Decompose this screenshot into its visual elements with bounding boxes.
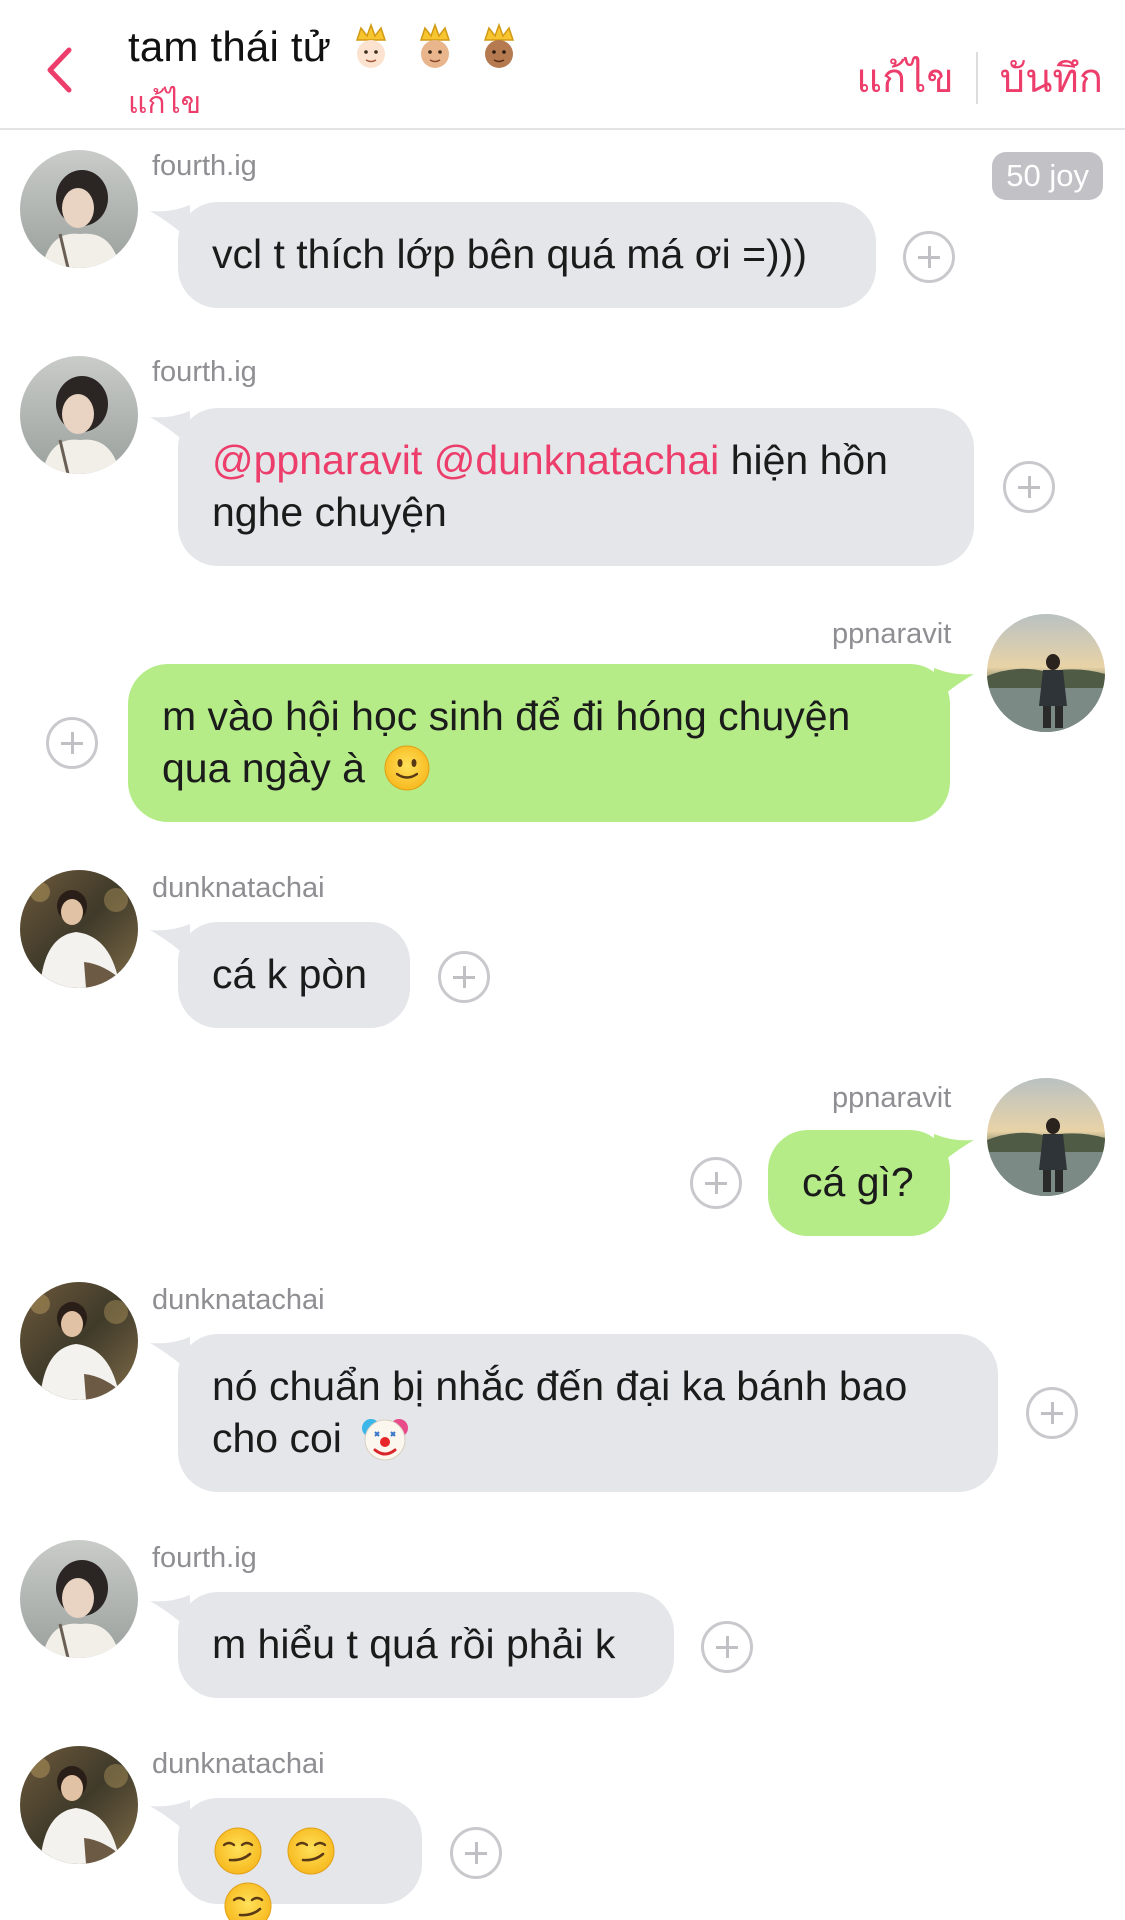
avatar-ppnaravit[interactable]: [987, 614, 1105, 732]
header-divider: [975, 52, 978, 104]
prince-emoji-light-icon: [356, 22, 387, 68]
avatar-fourth[interactable]: [20, 356, 138, 474]
chat-header: tam thái tử แก้ไข แก้ไข บันทึก: [0, 0, 1125, 130]
add-reaction-button[interactable]: [46, 717, 98, 769]
message-bubble[interactable]: cá gì?: [768, 1130, 950, 1236]
sender-name: fourth.ig: [152, 1542, 257, 1574]
avatar-dunknatachai[interactable]: [20, 1746, 138, 1864]
chat-title: tam thái tử: [128, 23, 332, 70]
prince-emoji-dark-icon: [484, 22, 515, 68]
avatar-fourth-image: [20, 150, 138, 268]
sender-name: dunknatachai: [152, 1284, 325, 1316]
avatar-dunknatachai-image: [20, 870, 138, 988]
avatar-dunknatachai[interactable]: [20, 1282, 138, 1400]
slightly-smiling-face-icon: [384, 745, 430, 791]
message-text: vcl t thích lớp bên quá má ơi =))): [212, 231, 807, 277]
message-text: cá k pòn: [212, 951, 367, 997]
smirking-face-icon: [214, 1827, 262, 1875]
avatar-fourth-image: [20, 356, 138, 474]
joy-badge: 50 joy: [992, 152, 1103, 200]
avatar-dunknatachai-image: [20, 1746, 138, 1864]
save-button[interactable]: บันทึก: [1000, 46, 1103, 110]
avatar-dunknatachai[interactable]: [20, 870, 138, 988]
back-button[interactable]: [34, 40, 84, 100]
mention-ppnaravit[interactable]: @ppnaravit: [212, 437, 422, 483]
add-reaction-button[interactable]: [1026, 1387, 1078, 1439]
add-reaction-button[interactable]: [701, 1621, 753, 1673]
sender-name: dunknatachai: [152, 872, 325, 904]
chat-screen: tam thái tử แก้ไข แก้ไข บันทึก 50 joy fo…: [0, 0, 1125, 1920]
avatar-ppnaravit-image: [987, 1078, 1105, 1196]
message-text-line2: cho coi: [212, 1415, 342, 1461]
message-bubble[interactable]: m vào hội học sinh để đi hóng chuyện qua…: [128, 664, 950, 822]
message-bubble[interactable]: vcl t thích lớp bên quá má ơi =))): [178, 202, 876, 308]
message-text-line2: nghe chuyện: [212, 489, 447, 535]
crown-emojis: [351, 22, 519, 72]
message-text: hiện hồn: [730, 437, 888, 483]
header-actions: แก้ไข บันทึก: [856, 46, 1103, 110]
avatar-fourth[interactable]: [20, 150, 138, 268]
edit-button[interactable]: แก้ไข: [856, 46, 953, 110]
add-reaction-button[interactable]: [450, 1827, 502, 1879]
add-reaction-button[interactable]: [903, 231, 955, 283]
smirking-face-icon: [287, 1827, 335, 1875]
sender-name: fourth.ig: [152, 356, 257, 388]
title-block: tam thái tử แก้ไข: [128, 22, 519, 127]
avatar-ppnaravit-image: [987, 614, 1105, 732]
subtitle-edit-link[interactable]: แก้ไข: [128, 80, 519, 127]
sender-name: ppnaravit: [832, 1082, 952, 1114]
add-reaction-button[interactable]: [690, 1157, 742, 1209]
avatar-fourth-image: [20, 1540, 138, 1658]
clown-face-icon: [362, 1419, 409, 1461]
message-bubble[interactable]: nó chuẩn bị nhắc đến đại ka bánh bao cho…: [178, 1334, 998, 1492]
message-text: nó chuẩn bị nhắc đến đại ka bánh bao: [212, 1363, 908, 1409]
sender-name: dunknatachai: [152, 1748, 325, 1780]
message-bubble[interactable]: cá k pòn: [178, 922, 410, 1028]
message-bubble[interactable]: m hiểu t quá rồi phải k: [178, 1592, 674, 1698]
message-bubble[interactable]: [178, 1798, 422, 1920]
mention-dunknatachai[interactable]: @dunknatachai: [434, 437, 720, 483]
message-text: cá gì?: [802, 1159, 914, 1205]
chat-title-row: tam thái tử: [128, 22, 519, 72]
add-reaction-button[interactable]: [1003, 461, 1055, 513]
message-text: m hiểu t quá rồi phải k: [212, 1621, 616, 1667]
message-bubble[interactable]: @ppnaravit @dunknatachai hiện hồn nghe c…: [178, 408, 974, 566]
message-text-line2: qua ngày à: [162, 745, 365, 791]
chevron-left-icon: [47, 47, 72, 93]
smirking-face-icon: [224, 1882, 272, 1920]
sender-name: fourth.ig: [152, 150, 257, 182]
avatar-ppnaravit[interactable]: [987, 1078, 1105, 1196]
add-reaction-button[interactable]: [438, 951, 490, 1003]
avatar-dunknatachai-image: [20, 1282, 138, 1400]
prince-emoji-medium-icon: [420, 22, 451, 68]
avatar-fourth[interactable]: [20, 1540, 138, 1658]
sender-name: ppnaravit: [832, 618, 952, 650]
message-text: m vào hội học sinh để đi hóng chuyện: [162, 693, 851, 739]
